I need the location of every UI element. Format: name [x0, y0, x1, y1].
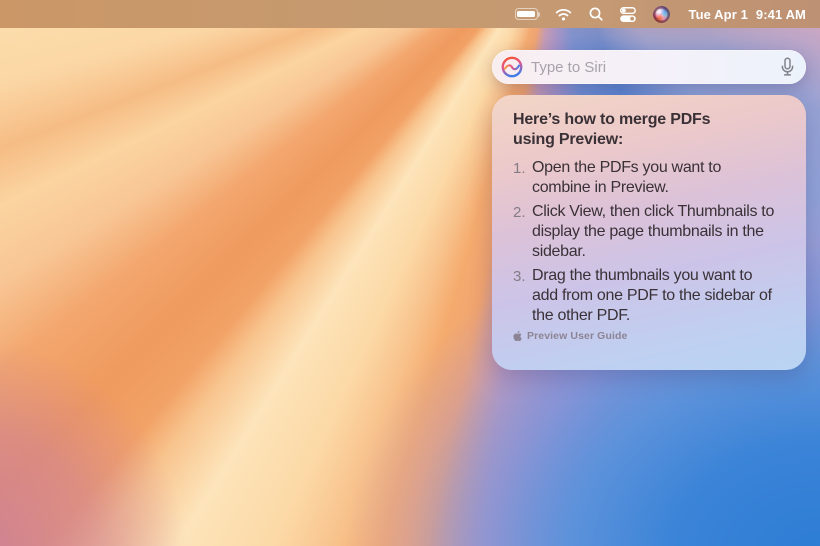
battery-icon[interactable]	[515, 8, 538, 20]
siri-input-pill[interactable]	[492, 50, 806, 84]
siri-text-input[interactable]	[523, 59, 780, 76]
menu-bar-date: Tue Apr 1	[689, 7, 748, 22]
siri-response-card: Here’s how to merge PDFs using Preview: …	[492, 95, 806, 370]
desktop-wallpaper: Tue Apr 1 9:41 AM	[0, 0, 820, 546]
siri-icon[interactable]	[653, 6, 670, 23]
control-center-icon[interactable]	[620, 7, 636, 22]
source-link-label: Preview User Guide	[527, 330, 627, 342]
apple-intelligence-siri-icon	[501, 56, 523, 78]
card-title: Here’s how to merge PDFs using Preview:	[513, 110, 785, 150]
step-2: 2. Click View, then click Thumbnails to …	[513, 202, 785, 262]
step-1: 1. Open the PDFs you want to combine in …	[513, 158, 785, 198]
menu-bar: Tue Apr 1 9:41 AM	[0, 0, 820, 28]
menu-bar-time: 9:41 AM	[756, 7, 806, 22]
menu-bar-clock[interactable]: Tue Apr 1 9:41 AM	[689, 7, 807, 22]
wifi-icon[interactable]	[555, 8, 572, 21]
source-link[interactable]: Preview User Guide	[513, 330, 785, 342]
microphone-icon[interactable]	[780, 57, 795, 78]
step-3: 3. Drag the thumbnails you want to add f…	[513, 266, 785, 326]
spotlight-search-icon[interactable]	[589, 7, 603, 21]
apple-logo-icon	[513, 330, 523, 342]
